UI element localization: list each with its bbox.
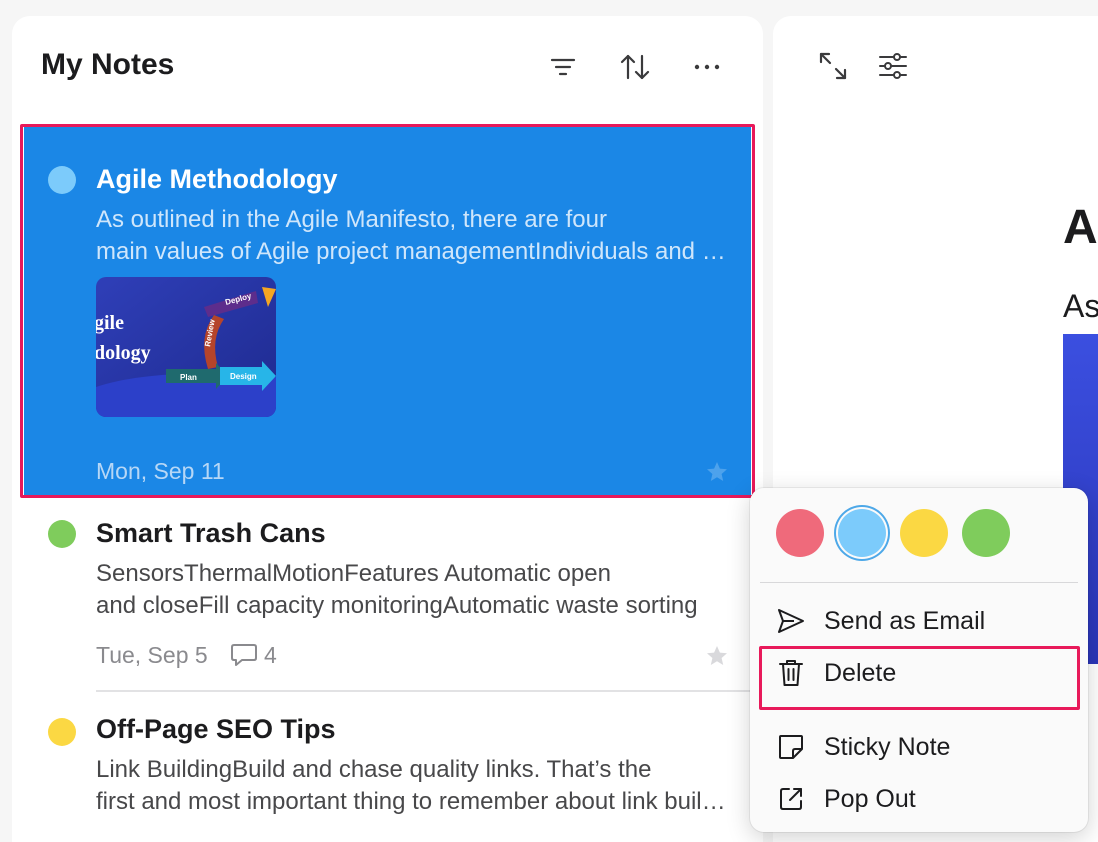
list-divider [96,690,751,692]
color-swatch-yellow[interactable] [900,509,948,557]
note-excerpt: SensorsThermalMotionFeatures Automatic o… [96,560,698,619]
star-icon[interactable] [705,460,729,484]
comment-icon [231,644,257,666]
sort-icon [620,54,650,80]
comment-count: 4 [264,642,277,668]
delete-highlight-outline [759,646,1080,710]
list-title: My Notes [41,48,175,81]
sliders-icon[interactable] [877,50,909,82]
color-swatch-blue[interactable] [838,509,886,557]
detail-title: Ag [1063,201,1098,254]
menu-item-pop-out[interactable]: Pop Out [760,775,1078,823]
note-date: Mon, Sep 11 [96,458,225,484]
note-excerpt: Link BuildingBuild and chase quality lin… [96,756,728,815]
send-icon [764,607,818,635]
color-swatch-green[interactable] [962,509,1010,557]
note-date: Tue, Sep 5 [96,642,208,668]
star-icon[interactable] [705,644,729,668]
expand-icon[interactable] [817,50,849,82]
note-card-smart-trash-cans[interactable]: Smart Trash Cans SensorsThermalMotionFea… [12,498,763,694]
sort-button[interactable] [618,50,652,84]
more-button[interactable] [690,50,724,84]
sticky-note-icon [764,733,818,761]
more-icon [694,64,720,70]
svg-text:gile: gile [96,312,124,334]
menu-item-sticky-note[interactable]: Sticky Note [760,723,1078,771]
note-card-agile-methodology[interactable]: Agile Methodology As outlined in the Agi… [12,124,763,498]
svg-text:Plan: Plan [180,373,197,382]
note-title: Smart Trash Cans [96,518,326,548]
menu-separator [760,582,1078,583]
svg-text:Design: Design [230,372,257,381]
note-card-off-page-seo-tips[interactable]: Off-Page SEO Tips Link BuildingBuild and… [12,696,763,842]
notes-list-panel: My Notes Agile Methodology As outlined i… [12,16,763,842]
note-title: Agile Methodology [96,164,338,194]
menu-item-send-as-email[interactable]: Send as Email [760,597,1078,645]
note-color-dot [48,166,76,194]
note-title: Off-Page SEO Tips [96,714,336,744]
note-excerpt: As outlined in the Agile Manifesto, ther… [96,206,728,265]
color-swatch-red[interactable] [776,509,824,557]
filter-button[interactable] [546,50,580,84]
note-color-dot [48,520,76,548]
note-color-dot [48,718,76,746]
pop-out-icon [764,785,818,813]
filter-icon [550,58,576,76]
note-thumbnail-image: gile dology Deploy Review Plan Design [96,277,276,417]
detail-subtitle: As [1063,288,1098,324]
svg-text:dology: dology [96,342,151,364]
